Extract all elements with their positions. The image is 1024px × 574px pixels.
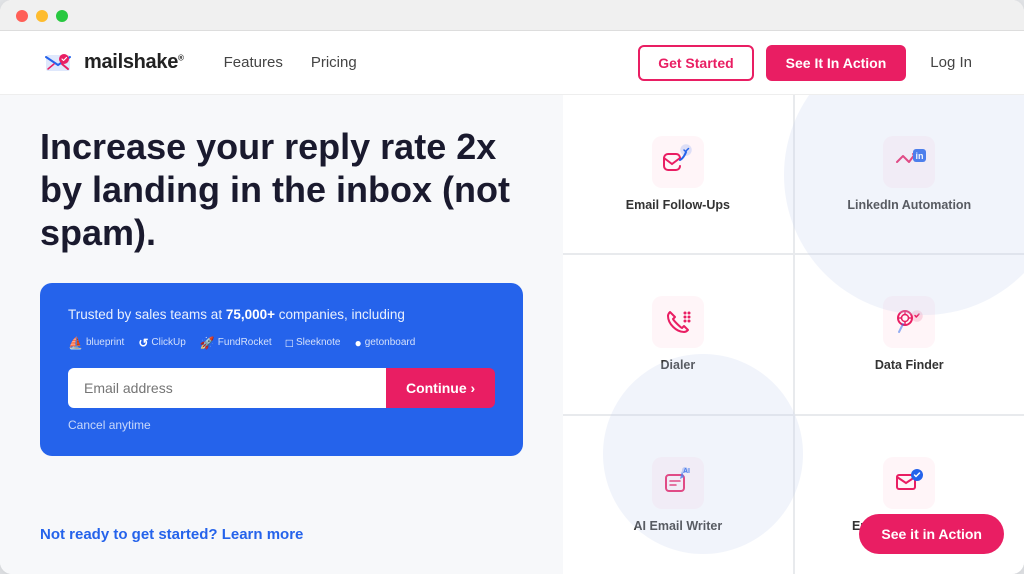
mailshake-logo-icon (40, 45, 76, 81)
see-it-in-action-bottom-button[interactable]: See it in Action (859, 514, 1004, 554)
feature-linkedin-automation-label: LinkedIn Automation (847, 198, 971, 212)
learn-more-link[interactable]: Not ready to get started? Learn more (40, 526, 303, 543)
continue-button[interactable]: Continue › (386, 368, 495, 408)
browser-chrome (0, 0, 1024, 31)
cancel-text: Cancel anytime (68, 418, 495, 432)
logo-area[interactable]: mailshake® (40, 45, 184, 81)
svg-text:in: in (916, 151, 924, 161)
get-started-button[interactable]: Get Started (638, 45, 753, 81)
svg-text:AI: AI (683, 468, 690, 475)
see-it-in-action-nav-button[interactable]: See It In Action (766, 45, 907, 81)
logo-getonboard: ●getonboard (354, 336, 415, 350)
ai-email-writer-icon: AI (652, 457, 704, 509)
feature-dialer[interactable]: Dialer (563, 255, 792, 413)
email-form-row: Continue › (68, 368, 495, 408)
logo-fundrocket: 🚀FundRocket (200, 336, 272, 350)
page-content: mailshake® Features Pricing Get Started … (0, 31, 1024, 574)
email-input[interactable] (68, 368, 386, 408)
main-body: Increase your reply rate 2x by landing i… (0, 95, 1024, 574)
logo-clickup: ↺ClickUp (138, 336, 186, 350)
navbar: mailshake® Features Pricing Get Started … (0, 31, 1024, 95)
cta-trust-number: 75,000+ (226, 307, 275, 322)
dialer-icon (652, 296, 704, 348)
nav-actions: Get Started See It In Action Log In (638, 45, 984, 81)
hero-headline: Increase your reply rate 2x by landing i… (40, 125, 520, 255)
feature-dialer-label: Dialer (661, 358, 696, 372)
feature-email-followups-label: Email Follow-Ups (626, 198, 730, 212)
minimize-dot[interactable] (36, 10, 48, 22)
login-button[interactable]: Log In (918, 46, 984, 79)
feature-ai-email-writer-label: AI Email Writer (634, 519, 723, 533)
feature-email-followups[interactable]: Email Follow-Ups (563, 95, 792, 253)
left-panel: Increase your reply rate 2x by landing i… (0, 95, 563, 574)
nav-features[interactable]: Features (224, 54, 283, 71)
feature-data-finder[interactable]: Data Finder (795, 255, 1024, 413)
bottom-link: Not ready to get started? Learn more (40, 506, 523, 544)
company-logos: ⛵blueprint ↺ClickUp 🚀FundRocket □Sleekno… (68, 336, 495, 350)
logo-sleeknote: □Sleeknote (286, 336, 341, 350)
feature-linkedin-automation[interactable]: in LinkedIn Automation (795, 95, 1024, 253)
maximize-dot[interactable] (56, 10, 68, 22)
logo-text: mailshake® (84, 51, 184, 74)
feature-data-finder-label: Data Finder (875, 358, 944, 372)
email-deliverability-icon (883, 457, 935, 509)
nav-links: Features Pricing (224, 54, 639, 71)
bottom-right-area: See it in Action (859, 514, 1004, 554)
nav-pricing[interactable]: Pricing (311, 54, 357, 71)
close-dot[interactable] (16, 10, 28, 22)
cta-trust-text: Trusted by sales teams at 75,000+ compan… (68, 307, 495, 322)
right-panel: Email Follow-Ups in LinkedIn Automation (563, 95, 1024, 574)
logo-blueprint: ⛵blueprint (68, 336, 124, 350)
cta-card: Trusted by sales teams at 75,000+ compan… (40, 283, 523, 456)
email-followups-icon (652, 136, 704, 188)
feature-ai-email-writer[interactable]: AI AI Email Writer (563, 416, 792, 574)
browser-window: mailshake® Features Pricing Get Started … (0, 0, 1024, 574)
data-finder-icon (883, 296, 935, 348)
linkedin-automation-icon: in (883, 136, 935, 188)
